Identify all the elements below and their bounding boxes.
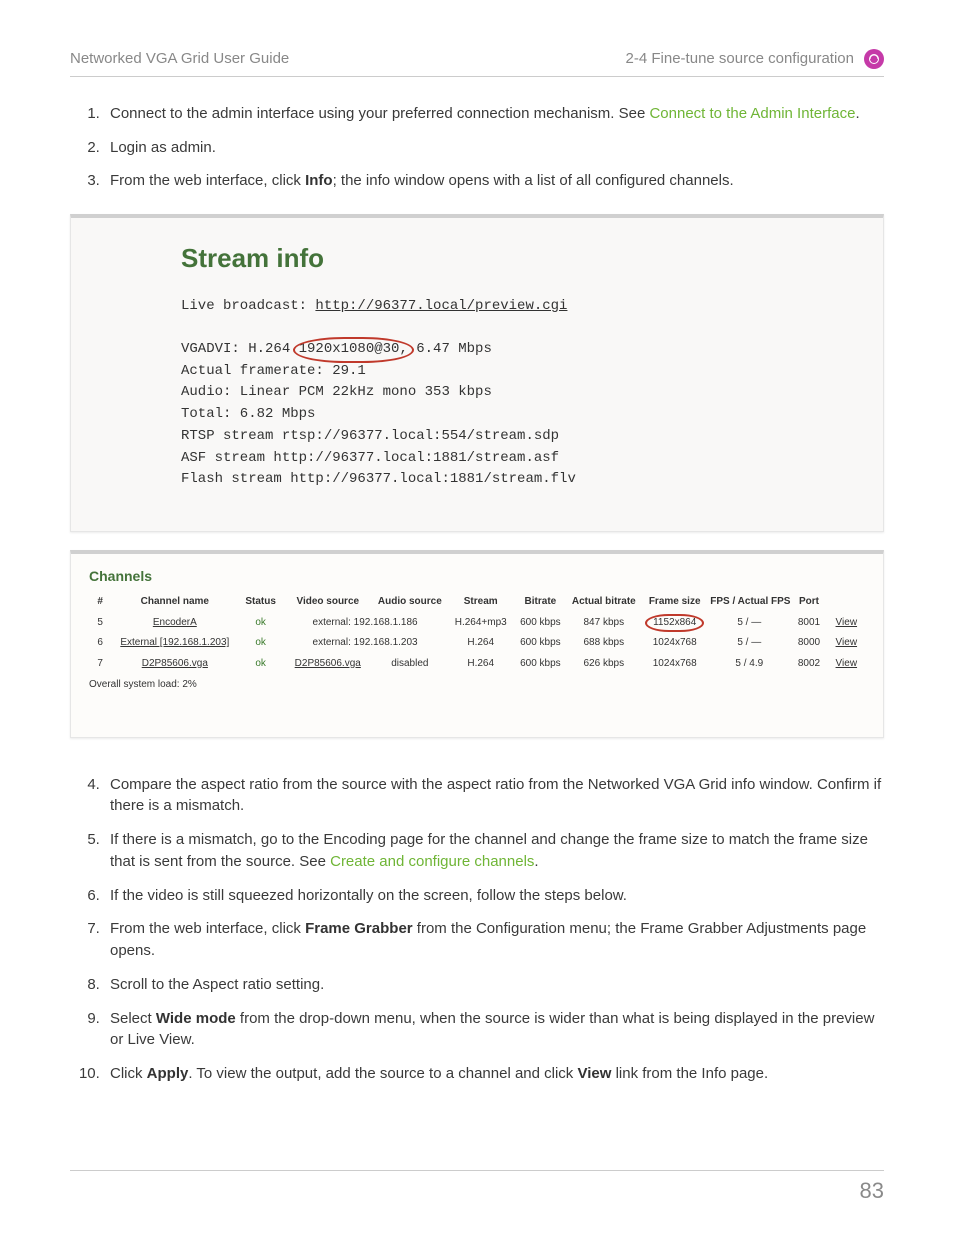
step-7: From the web interface, click Frame Grab…	[104, 918, 884, 962]
link-admin-interface[interactable]: Connect to the Admin Interface	[649, 105, 855, 122]
link-create-channels[interactable]: Create and configure channels	[330, 853, 534, 870]
step-6: If the video is still squeezed horizonta…	[104, 885, 884, 907]
footer-rule	[70, 1170, 884, 1171]
steps-list-bottom: Compare the aspect ratio from the source…	[70, 774, 884, 1085]
screenshot-stream-info: Stream info Live broadcast: http://96377…	[70, 214, 884, 532]
steps-list-top: Connect to the admin interface using you…	[70, 103, 884, 192]
table-row: 7D2P85606.vgaokD2P85606.vgadisabledH.264…	[89, 654, 865, 675]
system-load: Overall system load: 2%	[89, 678, 865, 693]
view-link[interactable]: View	[836, 617, 858, 628]
page-header: Networked VGA Grid User Guide 2-4 Fine-t…	[70, 48, 884, 77]
channel-link[interactable]: External [192.168.1.203]	[120, 637, 229, 648]
channels-header-row: # Channel name Status Video source Audio…	[89, 592, 865, 613]
live-broadcast-link[interactable]: http://96377.local/preview.cgi	[315, 298, 567, 314]
step-9: Select Wide mode from the drop-down menu…	[104, 1008, 884, 1052]
channel-link[interactable]: D2P85606.vga	[142, 658, 208, 669]
step-8: Scroll to the Aspect ratio setting.	[104, 974, 884, 996]
step-3: From the web interface, click Info; the …	[104, 170, 884, 192]
channels-heading: Channels	[89, 566, 865, 586]
channel-link[interactable]: EncoderA	[153, 617, 197, 628]
header-right: 2-4 Fine-tune source configuration	[626, 48, 854, 70]
table-row: 6External [192.168.1.203]okexternal: 192…	[89, 633, 865, 654]
stream-info-title: Stream info	[181, 240, 855, 278]
step-5: If there is a mismatch, go to the Encodi…	[104, 829, 884, 873]
brand-icon	[864, 49, 884, 69]
highlight-resolution: 1920x1080@30,	[299, 339, 408, 361]
channels-table: # Channel name Status Video source Audio…	[89, 592, 865, 674]
header-left: Networked VGA Grid User Guide	[70, 48, 289, 70]
highlight-frame-size: 1152x864	[651, 616, 698, 631]
step-2: Login as admin.	[104, 137, 884, 159]
step-1: Connect to the admin interface using you…	[104, 103, 884, 125]
screenshot-channels: Channels # Channel name Status Video sou…	[70, 550, 884, 738]
step-10: Click Apply. To view the output, add the…	[104, 1063, 884, 1085]
view-link[interactable]: View	[836, 637, 858, 648]
step-4: Compare the aspect ratio from the source…	[104, 774, 884, 818]
view-link[interactable]: View	[836, 658, 858, 669]
stream-info-body: Live broadcast: http://96377.local/previ…	[181, 296, 855, 491]
page-number: 83	[860, 1175, 884, 1207]
table-row: 5EncoderAokexternal: 192.168.1.186H.264+…	[89, 613, 865, 634]
